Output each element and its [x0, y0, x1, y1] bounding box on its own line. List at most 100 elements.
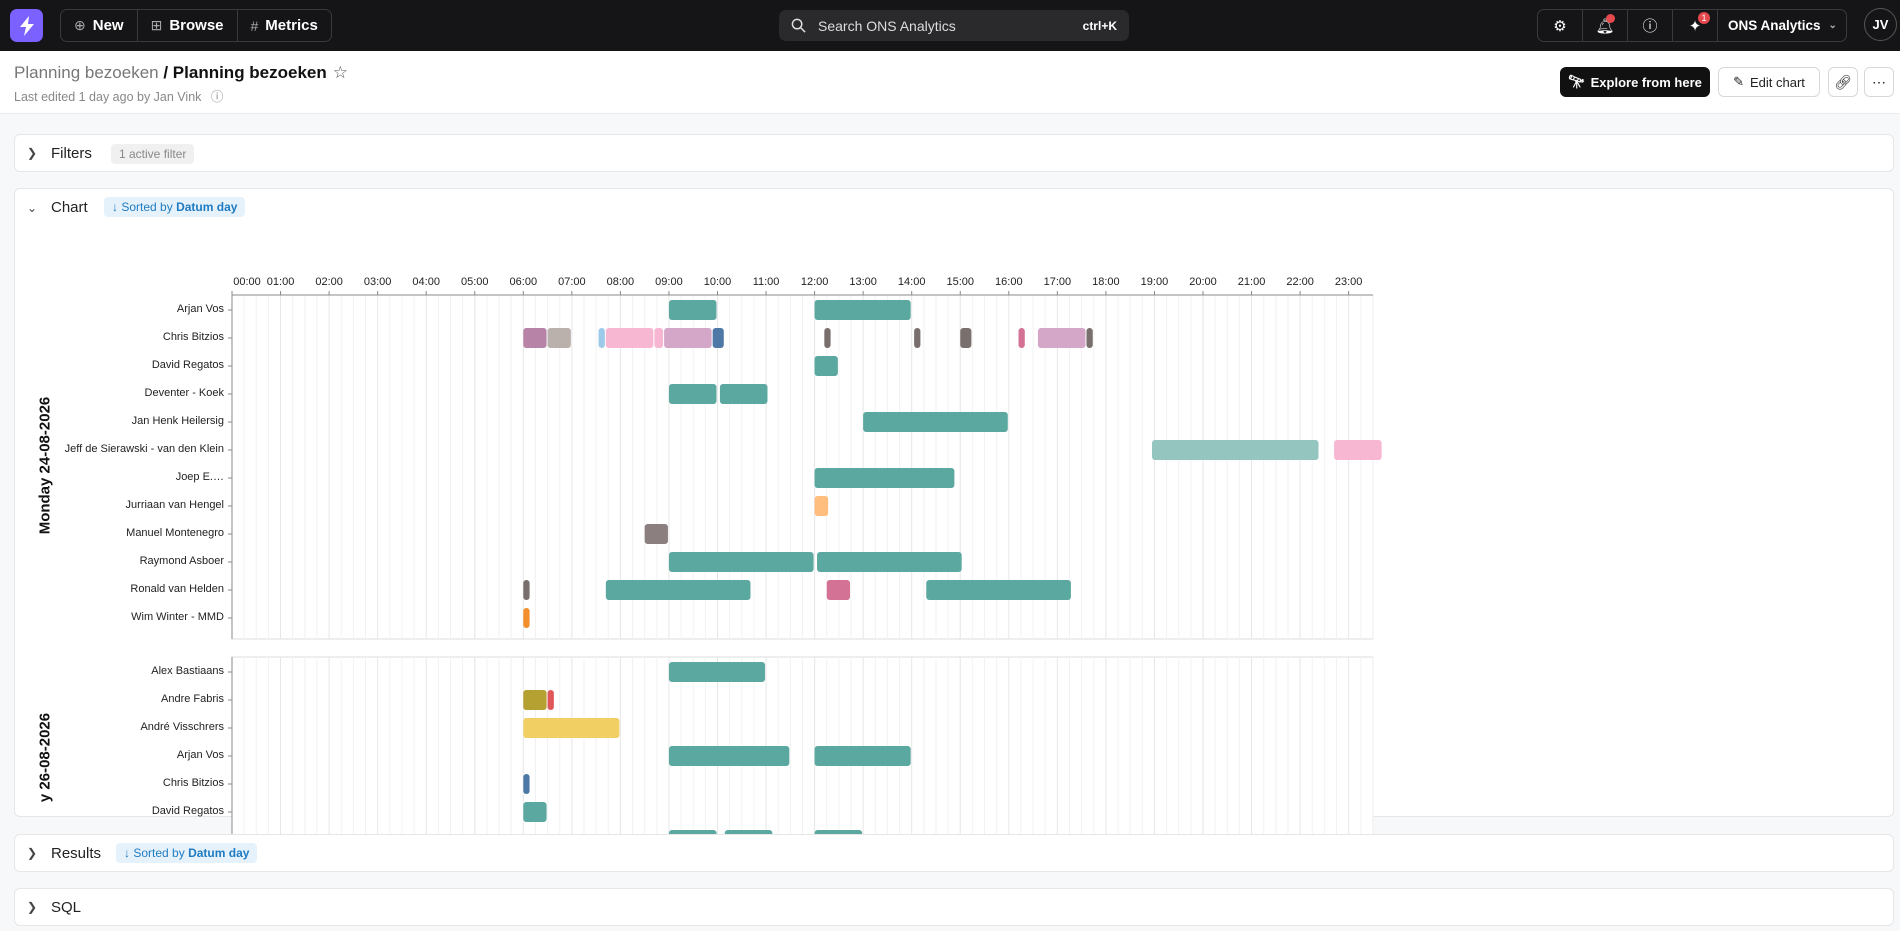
- search-shortcut: ctrl+K: [1082, 18, 1117, 33]
- last-edited-text: Last edited 1 day ago by Jan Vink: [14, 90, 202, 104]
- chevron-right-icon: ❯: [27, 146, 38, 160]
- gantt-bar: [668, 746, 790, 766]
- settings-button[interactable]: ⚙: [1538, 10, 1583, 41]
- search-input[interactable]: Search ONS Analytics ctrl+K: [779, 10, 1129, 41]
- more-button[interactable]: ⋯: [1864, 67, 1894, 97]
- gantt-bar: [814, 746, 911, 766]
- row-label: Jeff de Sierawski - van den Klein: [64, 443, 224, 455]
- x-tick-label: 23:00: [1334, 276, 1363, 288]
- x-tick-label: 05:00: [460, 276, 489, 288]
- star-icon[interactable]: ☆: [333, 63, 348, 82]
- gantt-bar: [1334, 440, 1382, 460]
- gantt-bar: [824, 328, 831, 348]
- x-tick-label: 09:00: [655, 276, 683, 288]
- x-tick-label: 10:00: [703, 276, 732, 288]
- metrics-button[interactable]: # Metrics: [238, 10, 331, 41]
- avatar[interactable]: JV: [1864, 8, 1897, 41]
- page-header: Planning bezoeken / Planning bezoeken ☆ L…: [0, 51, 1900, 114]
- results-sort-badge[interactable]: ↓ Sorted by Datum day: [116, 843, 258, 863]
- row-label: David Regatos: [151, 359, 224, 371]
- gantt-bar: [523, 718, 620, 738]
- explore-button[interactable]: 🔭︎ Explore from here: [1560, 67, 1710, 97]
- x-tick-label: 17:00: [1043, 276, 1072, 288]
- x-tick-label: 08:00: [606, 276, 635, 288]
- gantt-bar: [664, 328, 712, 348]
- gantt-bar: [926, 580, 1071, 600]
- breadcrumb: Planning bezoeken / Planning bezoeken ☆: [14, 63, 348, 83]
- chevron-right-icon: ❯: [27, 900, 38, 914]
- gantt-bar: [668, 300, 717, 320]
- gantt-bar: [523, 774, 530, 794]
- gantt-bar: [668, 662, 766, 682]
- row-label: Raymond Asboer: [139, 555, 224, 567]
- hash-icon: #: [250, 17, 259, 34]
- help-button[interactable]: ⓘ: [1628, 10, 1673, 41]
- help-icon: ⓘ: [1642, 18, 1658, 35]
- results-panel[interactable]: ❯ Results ↓ Sorted by Datum day: [14, 834, 1894, 872]
- sql-panel[interactable]: ❯ SQL: [14, 888, 1894, 926]
- more-icon: ⋯: [1872, 73, 1886, 90]
- chart-sort-badge[interactable]: ↓ Sorted by Datum day: [104, 197, 246, 217]
- plus-circle-icon: ⊕: [74, 17, 86, 33]
- x-tick-label: 06:00: [509, 276, 538, 288]
- x-tick-label: 02:00: [315, 276, 343, 288]
- breadcrumb-parent[interactable]: Planning bezoeken: [14, 63, 159, 82]
- chevron-down-icon[interactable]: ⌄: [27, 201, 37, 215]
- chevron-down-icon: ⌄: [1828, 20, 1837, 31]
- gantt-bar: [817, 552, 962, 572]
- ai-badge: 1: [1698, 12, 1710, 24]
- search-icon: [791, 18, 806, 33]
- info-icon[interactable]: ⓘ: [211, 90, 224, 104]
- results-title: Results: [51, 845, 102, 862]
- row-label: Ronald van Helden: [130, 583, 224, 595]
- gantt-bar: [668, 384, 717, 404]
- search-placeholder: Search ONS Analytics: [818, 17, 956, 34]
- metrics-label: Metrics: [265, 17, 318, 34]
- last-edited: Last edited 1 day ago by Jan Vink ⓘ: [14, 86, 223, 105]
- row-label: Arjan Vos: [176, 303, 224, 315]
- gantt-bar: [523, 580, 530, 600]
- org-switcher[interactable]: ONS Analytics ⌄: [1718, 10, 1846, 41]
- ai-button[interactable]: ✦ 1: [1673, 10, 1718, 41]
- app-logo[interactable]: [10, 9, 43, 42]
- gantt-bar: [814, 300, 911, 320]
- gantt-bar: [1086, 328, 1093, 348]
- gantt-bar: [712, 328, 724, 348]
- edit-chart-button[interactable]: ✎ Edit chart: [1718, 67, 1820, 97]
- browse-button[interactable]: ⊞ Browse: [138, 10, 238, 41]
- filters-panel[interactable]: ❯ Filters 1 active filter: [14, 134, 1894, 172]
- gantt-bar: [523, 690, 547, 710]
- row-label: Deventer - Koek: [144, 387, 224, 399]
- explore-label: Explore from here: [1590, 74, 1702, 90]
- arrow-down-icon: ↓: [124, 846, 130, 860]
- gantt-chart: 00:00 01:00 02:00 03:00 04:00 05:00 06:00 07:00…: [15, 229, 1415, 855]
- x-tick-label: 01:00: [266, 276, 295, 288]
- x-tick-label: 12:00: [800, 276, 829, 288]
- sort-prefix: Sorted by: [133, 846, 185, 860]
- gantt-bar: [826, 580, 851, 600]
- sort-field: Datum day: [176, 200, 238, 214]
- sort-prefix: Sorted by: [121, 200, 173, 214]
- pencil-icon: ✎: [1733, 74, 1744, 89]
- gantt-bar: [814, 496, 829, 516]
- link-icon: 🔗︎: [1834, 73, 1852, 90]
- chart-title[interactable]: Chart: [51, 199, 88, 216]
- notifications-button[interactable]: 🔔︎: [1583, 10, 1628, 41]
- gantt-bar: [1018, 328, 1025, 348]
- gantt-bar: [523, 608, 530, 628]
- row-label: Jurriaan van Hengel: [125, 499, 224, 511]
- gantt-bar: [863, 412, 1008, 432]
- grid-icon: ⊞: [150, 17, 163, 33]
- x-tick-label: 16:00: [995, 276, 1023, 288]
- row-label: Arjan Vos: [176, 749, 224, 761]
- chart-viewport[interactable]: 00:00 01:00 02:00 03:00 04:00 05:00 06:00 07:00…: [15, 229, 1893, 855]
- row-label: Joep E.…: [175, 471, 224, 483]
- x-tick-label: 11:00: [752, 276, 780, 288]
- link-button[interactable]: 🔗︎: [1828, 67, 1858, 97]
- new-button[interactable]: ⊕ New: [61, 10, 138, 41]
- gantt-bar: [914, 328, 921, 348]
- x-tick-label: 15:00: [946, 276, 975, 288]
- main-nav: ⊕ New ⊞ Browse # Metrics: [60, 9, 332, 42]
- gantt-bar: [523, 328, 547, 348]
- x-tick-label: 22:00: [1286, 276, 1314, 288]
